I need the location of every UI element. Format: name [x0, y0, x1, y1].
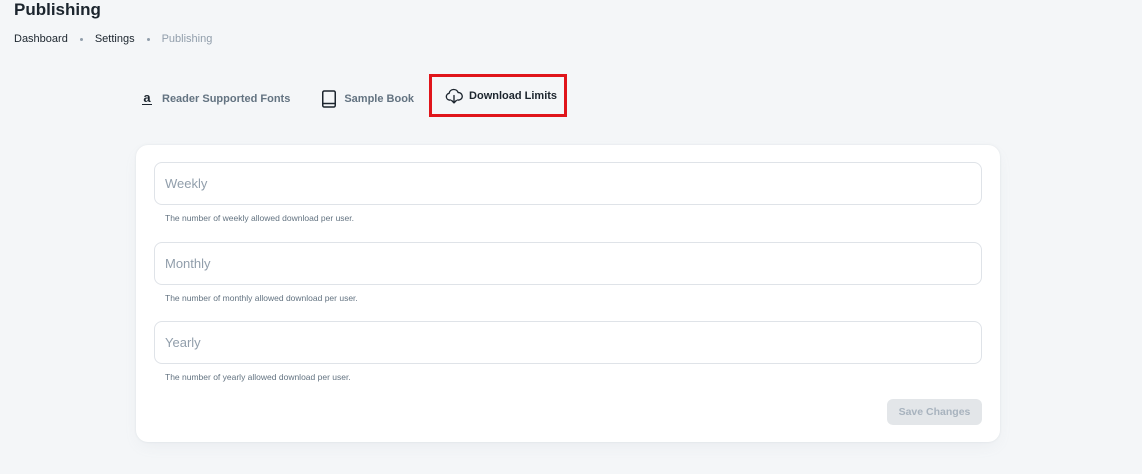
weekly-field: The number of weekly allowed download pe…	[154, 162, 982, 224]
tab-label: Reader Supported Fonts	[162, 92, 291, 105]
font-a-icon: a	[142, 90, 152, 105]
tab-sample-book[interactable]: Sample Book	[320, 82, 414, 116]
breadcrumb-settings-link[interactable]: Settings	[95, 32, 135, 46]
page-title: Publishing	[14, 0, 101, 19]
cloud-download-icon	[445, 87, 463, 105]
yearly-input[interactable]	[154, 321, 982, 364]
breadcrumb: Dashboard Settings Publishing	[14, 32, 212, 46]
monthly-field: The number of monthly allowed download p…	[154, 242, 982, 304]
yearly-field: The number of yearly allowed download pe…	[154, 321, 982, 383]
tab-download-limits[interactable]: Download Limits	[429, 74, 568, 117]
monthly-input[interactable]	[154, 242, 982, 285]
tab-label: Download Limits	[469, 89, 558, 102]
tab-reader-supported-fonts[interactable]: a Reader Supported Fonts	[138, 82, 290, 116]
breadcrumb-dashboard-link[interactable]: Dashboard	[14, 32, 68, 46]
save-changes-button[interactable]: Save Changes	[887, 399, 982, 425]
yearly-helper-text: The number of yearly allowed download pe…	[165, 372, 351, 382]
breadcrumb-separator	[79, 37, 83, 41]
breadcrumb-current: Publishing	[161, 33, 213, 45]
monthly-helper-text: The number of monthly allowed download p…	[165, 293, 358, 303]
download-limits-card: The number of weekly allowed download pe…	[136, 145, 1000, 442]
settings-tabs: a Reader Supported Fonts Sample Book Dow…	[138, 74, 568, 117]
weekly-input[interactable]	[154, 162, 982, 205]
breadcrumb-separator	[146, 37, 150, 41]
tab-label: Sample Book	[344, 92, 415, 105]
weekly-helper-text: The number of weekly allowed download pe…	[165, 213, 354, 223]
book-icon	[320, 89, 338, 108]
